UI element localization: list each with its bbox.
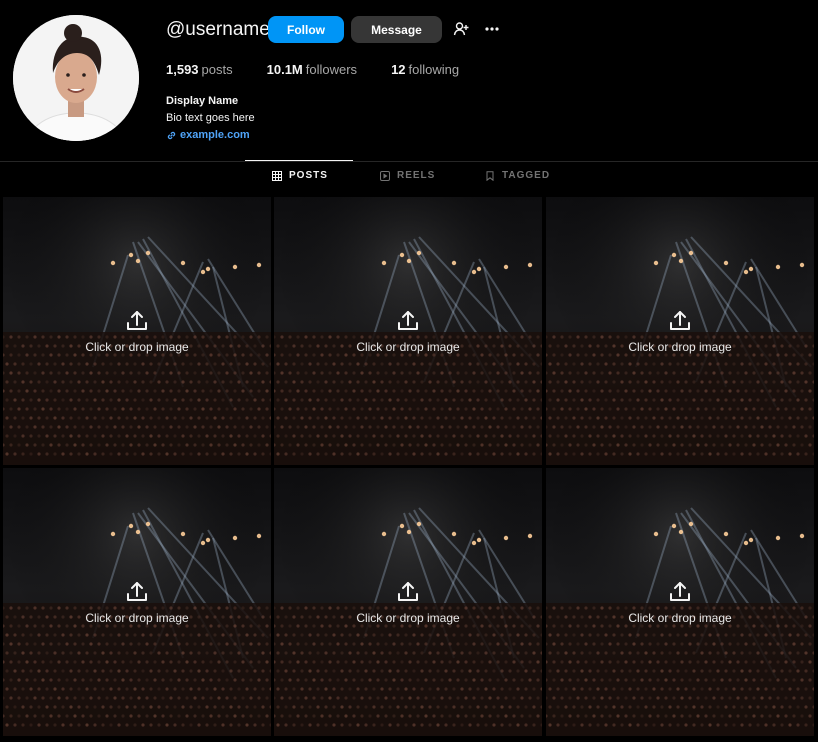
- active-tab-indicator: [245, 160, 353, 161]
- upload-icon: [127, 582, 147, 601]
- post-tile[interactable]: Click or drop image: [546, 197, 814, 465]
- tab-tagged[interactable]: TAGGED: [485, 170, 550, 181]
- upload-dropzone[interactable]: Click or drop image: [3, 197, 271, 465]
- upload-label: Click or drop image: [356, 611, 460, 625]
- avatar-photo: [13, 15, 139, 141]
- tab-posts-label: POSTS: [289, 170, 328, 181]
- upload-dropzone[interactable]: Click or drop image: [546, 197, 814, 465]
- upload-icon: [398, 582, 418, 601]
- post-tile[interactable]: Click or drop image: [3, 468, 271, 736]
- bio-text: Bio text goes here: [166, 112, 255, 124]
- upload-icon: [670, 311, 690, 330]
- tabs-divider: [0, 161, 818, 162]
- followers-count: 10.1M: [266, 62, 303, 77]
- post-tile[interactable]: Click or drop image: [3, 197, 271, 465]
- tab-tagged-label: TAGGED: [502, 170, 551, 181]
- profile-stats: 1,593 posts 10.1M followers 12 following: [166, 62, 493, 77]
- add-user-icon[interactable]: [451, 19, 471, 39]
- upload-label: Click or drop image: [356, 340, 460, 354]
- upload-icon: [670, 582, 690, 601]
- upload-label: Click or drop image: [628, 611, 732, 625]
- following-stat[interactable]: 12 following: [391, 62, 459, 77]
- tab-reels-label: REELS: [397, 170, 436, 181]
- posts-label: posts: [201, 62, 233, 77]
- posts-grid: Click or drop image Click or drop image Cl…: [3, 197, 815, 737]
- upload-dropzone[interactable]: Click or drop image: [274, 197, 542, 465]
- upload-label: Click or drop image: [628, 340, 732, 354]
- posts-count: 1,593: [166, 62, 199, 77]
- tab-reels[interactable]: REELS: [380, 170, 435, 181]
- posts-stat: 1,593 posts: [166, 62, 233, 77]
- upload-icon: [127, 311, 147, 330]
- display-name: Display Name: [166, 95, 239, 107]
- username: @username: [166, 19, 270, 40]
- profile-link[interactable]: example.com: [166, 129, 250, 141]
- followers-label: followers: [305, 62, 358, 77]
- avatar[interactable]: [13, 15, 139, 141]
- post-tile[interactable]: Click or drop image: [546, 468, 814, 736]
- upload-dropzone[interactable]: Click or drop image: [3, 468, 271, 736]
- message-button[interactable]: Message: [351, 16, 442, 43]
- profile-header: @username Follow Message 1,593 posts 10.1…: [0, 0, 818, 161]
- followers-stat[interactable]: 10.1M followers: [267, 62, 357, 77]
- tag-icon: [486, 170, 494, 181]
- grid-icon: [272, 170, 282, 181]
- profile-tabs: POSTS REELS TAGGED: [0, 170, 818, 188]
- upload-label: Click or drop image: [85, 340, 189, 354]
- follow-button[interactable]: Follow: [268, 16, 344, 43]
- upload-label: Click or drop image: [85, 611, 189, 625]
- upload-icon: [398, 311, 418, 330]
- upload-dropzone[interactable]: Click or drop image: [546, 468, 814, 736]
- post-tile[interactable]: Click or drop image: [274, 197, 542, 465]
- upload-dropzone[interactable]: Click or drop image: [274, 468, 542, 736]
- post-tile[interactable]: Click or drop image: [274, 468, 542, 736]
- following-label: following: [408, 62, 460, 77]
- reels-icon: [380, 170, 390, 181]
- profile-link-text: example.com: [180, 129, 250, 141]
- tab-posts[interactable]: POSTS: [272, 170, 328, 181]
- following-count: 12: [391, 62, 406, 77]
- link-icon: [167, 131, 176, 139]
- more-options-icon[interactable]: [482, 19, 502, 39]
